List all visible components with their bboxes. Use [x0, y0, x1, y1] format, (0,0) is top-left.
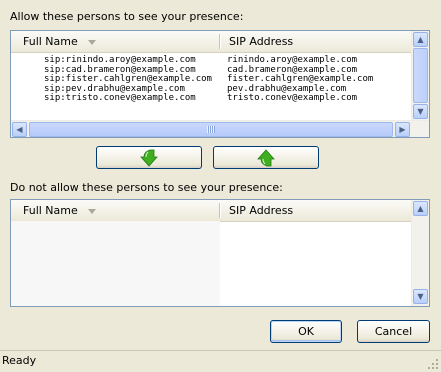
scroll-right-icon[interactable]: ▶ — [395, 122, 410, 137]
column-header-full-name[interactable]: Full Name — [23, 31, 96, 52]
column-header-full-name-label: Full Name — [23, 204, 78, 217]
column-divider[interactable] — [219, 34, 220, 49]
column-header-sip-address[interactable]: SIP Address — [229, 31, 293, 52]
deny-list-header: Full Name SIP Address — [11, 200, 429, 222]
scroll-left-icon[interactable]: ◀ — [12, 122, 27, 137]
green-arrow-down-icon — [140, 149, 158, 167]
vertical-scroll-thumb[interactable] — [413, 48, 428, 103]
status-bar: Ready — [0, 350, 441, 372]
scroll-up-icon[interactable]: ▲ — [413, 32, 428, 47]
scroll-down-icon[interactable]: ▼ — [413, 289, 428, 304]
column-header-sip-address-label: SIP Address — [229, 35, 294, 48]
allow-list-header: Full Name SIP Address — [11, 31, 429, 53]
column-divider[interactable] — [219, 203, 220, 218]
horizontal-scroll-thumb[interactable] — [29, 122, 393, 137]
column-header-sip-address[interactable]: SIP Address — [229, 200, 293, 221]
allow-section-label: Allow these persons to see your presence… — [10, 10, 244, 23]
deny-list[interactable]: Full Name SIP Address ▲ ▼ — [10, 199, 430, 307]
deny-list-vertical-scrollbar[interactable]: ▲ ▼ — [411, 200, 429, 306]
allow-list-rows: sip:rinindo.aroy@example.com rinindo.aroy… — [11, 55, 411, 104]
cancel-button[interactable]: Cancel — [357, 320, 430, 343]
sort-arrow-icon — [87, 208, 96, 214]
sip-address-cell: tristo.conev@example.com — [227, 93, 358, 103]
allow-list-vertical-scrollbar[interactable]: ▲ ▼ — [411, 31, 429, 120]
full-name-cell: sip:tristo.conev@example.com — [44, 93, 196, 103]
scroll-down-icon[interactable]: ▼ — [413, 104, 428, 119]
column-header-full-name-label: Full Name — [23, 35, 78, 48]
green-arrow-up-icon — [257, 149, 275, 167]
scroll-grip-icon — [207, 126, 215, 133]
deny-section-label: Do not allow these persons to see your p… — [10, 181, 283, 194]
allow-list[interactable]: Full Name SIP Address sip:rinindo.aroy@e… — [10, 30, 430, 138]
move-to-deny-button[interactable] — [96, 146, 202, 169]
move-to-allow-button[interactable] — [213, 146, 319, 169]
column-header-full-name[interactable]: Full Name — [23, 200, 96, 221]
list-item[interactable]: sip:tristo.conev@example.com tristo.conev… — [11, 93, 411, 104]
ok-button[interactable]: OK — [270, 320, 342, 343]
column-header-sip-address-label: SIP Address — [229, 204, 294, 217]
scroll-up-icon[interactable]: ▲ — [413, 201, 428, 216]
allow-list-horizontal-scrollbar[interactable]: ◀ ▶ — [11, 120, 429, 137]
status-text: Ready — [2, 354, 37, 367]
sorted-column-background — [11, 221, 220, 306]
sort-arrow-icon — [87, 39, 96, 45]
resize-grip-icon[interactable] — [427, 358, 439, 370]
